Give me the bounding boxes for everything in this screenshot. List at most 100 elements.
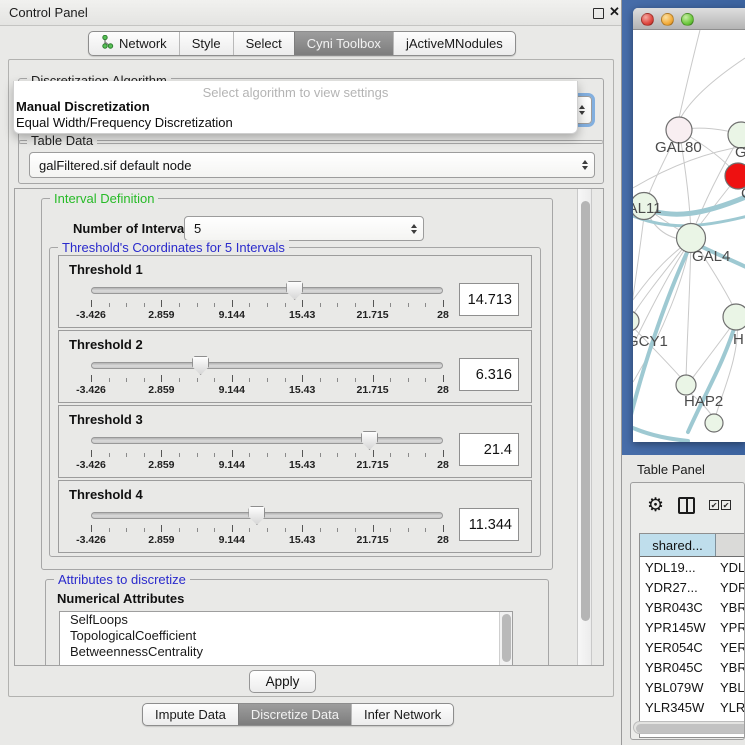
table-horizontal-scrollbar[interactable]	[633, 721, 745, 734]
numerical-attributes-list[interactable]: SelfLoopsTopologicalCoefficientBetweenne…	[59, 611, 513, 666]
close-icon[interactable]: ✕	[609, 4, 620, 20]
tick-mark	[320, 453, 321, 457]
algorithm-option-manual-discretization[interactable]: Manual Discretization	[14, 98, 577, 114]
tick-mark	[373, 450, 374, 457]
tick-label: -3.426	[76, 459, 106, 471]
threshold-label: Threshold 3	[59, 406, 531, 427]
tick-mark	[408, 528, 409, 532]
node-attribute-table[interactable]: shared...na YDL19...YDL1YDR27...YDR2YBR0…	[639, 533, 745, 738]
checkbox-icons[interactable]: ✔ ✔	[709, 500, 731, 510]
tab-select[interactable]: Select	[233, 32, 294, 55]
tab-label: Network	[119, 36, 167, 51]
table-row[interactable]: YDL19...YDL1	[640, 557, 745, 577]
tick-mark	[320, 528, 321, 532]
tab-style[interactable]: Style	[179, 32, 233, 55]
scrollbar-thumb[interactable]	[636, 724, 745, 733]
scrollbar-thumb[interactable]	[581, 201, 590, 621]
attribute-item-selfloops[interactable]: SelfLoops	[60, 612, 512, 628]
tick-mark	[249, 453, 250, 457]
attributes-scrollbar[interactable]	[499, 612, 512, 666]
tick-label: 9.144	[219, 534, 245, 546]
slider-track[interactable]	[91, 512, 443, 519]
network-nodes[interactable]	[633, 117, 745, 432]
threshold-slider[interactable]: -3.4262.8599.14415.4321.71528	[91, 431, 443, 475]
threshold-slider[interactable]: -3.4262.8599.14415.4321.71528	[91, 281, 443, 325]
slider-thumb[interactable]	[361, 431, 378, 450]
threshold-value-input[interactable]: 14.713	[459, 283, 519, 316]
tick-label: 15.43	[289, 459, 315, 471]
threshold-value-input[interactable]: 21.4	[459, 433, 519, 466]
slider-thumb[interactable]	[248, 506, 265, 525]
tick-mark	[285, 378, 286, 382]
table-row[interactable]: YBR043CYBR0	[640, 597, 745, 617]
column-header-shared-[interactable]: shared...	[640, 534, 716, 556]
slider-track[interactable]	[91, 287, 443, 294]
column-header-na[interactable]: na	[716, 534, 745, 556]
tab-impute-data[interactable]: Impute Data	[143, 704, 238, 725]
combo-stepper-icon	[411, 224, 417, 234]
tick-mark	[302, 375, 303, 382]
slider-track[interactable]	[91, 437, 443, 444]
tick-mark	[373, 300, 374, 307]
number-of-intervals-select[interactable]: 5	[184, 216, 424, 241]
settings-vertical-scrollbar[interactable]	[577, 189, 592, 666]
tick-mark	[161, 375, 162, 382]
algorithm-placeholder-option: Select algorithm to view settings	[14, 81, 577, 98]
table-row[interactable]: YBR045CYBR0	[640, 657, 745, 677]
threshold-panels: Threshold 1-3.4262.8599.14415.4321.71528…	[50, 255, 540, 553]
apply-button[interactable]: Apply	[249, 670, 316, 693]
thresholds-group: Threshold's Coordinates for 5 Intervals …	[49, 247, 541, 557]
tick-mark	[390, 453, 391, 457]
tick-mark	[197, 528, 198, 532]
node-gcy1[interactable]	[633, 311, 639, 331]
slider-ticks	[91, 525, 443, 533]
attribute-item-betweennesscentrality[interactable]: BetweennessCentrality	[60, 644, 512, 660]
minimize-traffic-light-icon[interactable]	[661, 13, 674, 26]
tab-network[interactable]: Network	[89, 32, 179, 55]
algorithm-dropdown-popup: Select algorithm to view settings Manual…	[13, 81, 578, 134]
float-window-icon[interactable]	[593, 8, 604, 19]
slider-track[interactable]	[91, 362, 443, 369]
tab-jactivemnodules[interactable]: jActiveMNodules	[393, 32, 515, 55]
table-row[interactable]: YPR145WYPR1	[640, 617, 745, 637]
threshold-value-input[interactable]: 11.344	[459, 508, 519, 541]
node-partial-bottom[interactable]	[705, 414, 723, 432]
tick-mark	[109, 453, 110, 457]
attribute-item-topologicalcoefficient[interactable]: TopologicalCoefficient	[60, 628, 512, 644]
tick-mark	[126, 378, 127, 382]
tab-cyni-toolbox[interactable]: Cyni Toolbox	[294, 32, 393, 55]
network-canvas[interactable]: GAL80 GA C GAL11 GAL4 GCY1 H HAP2	[633, 30, 745, 442]
algorithm-option-equal-width-frequency-discretization[interactable]: Equal Width/Frequency Discretization	[14, 114, 577, 130]
tick-label: 9.144	[219, 459, 245, 471]
table-row[interactable]: YLR345WYLR3	[640, 697, 745, 717]
tick-label: 2.859	[148, 459, 174, 471]
columns-icon[interactable]	[678, 497, 695, 514]
threshold-value-input[interactable]: 6.316	[459, 358, 519, 391]
checkbox-checked-icon[interactable]: ✔	[709, 500, 719, 510]
tick-mark	[285, 453, 286, 457]
tick-label: 9.144	[219, 309, 245, 321]
threshold-slider[interactable]: -3.4262.8599.14415.4321.71528	[91, 356, 443, 400]
threshold-slider[interactable]: -3.4262.8599.14415.4321.71528	[91, 506, 443, 550]
tick-mark	[91, 525, 92, 532]
zoom-traffic-light-icon[interactable]	[681, 13, 694, 26]
threshold-panel: Threshold 3-3.4262.8599.14415.4321.71528…	[58, 405, 532, 478]
tick-label: 28	[437, 459, 449, 471]
slider-thumb[interactable]	[286, 281, 303, 300]
checkbox-checked-icon[interactable]: ✔	[721, 500, 731, 510]
table-row[interactable]: YBL079WYBL0	[640, 677, 745, 697]
tab-discretize-data[interactable]: Discretize Data	[238, 704, 351, 725]
tick-mark	[91, 450, 92, 457]
tick-mark	[109, 303, 110, 307]
node-h[interactable]	[723, 304, 745, 330]
gear-icon[interactable]: ⚙	[647, 496, 664, 515]
table-data-select[interactable]: galFiltered.sif default node	[29, 152, 595, 178]
table-row[interactable]: YER054CYER0	[640, 637, 745, 657]
slider-thumb[interactable]	[192, 356, 209, 375]
node-hap2[interactable]	[676, 375, 696, 395]
tick-label: 15.43	[289, 534, 315, 546]
cell-name: YBR0	[716, 600, 745, 615]
tab-infer-network[interactable]: Infer Network	[351, 704, 453, 725]
close-traffic-light-icon[interactable]	[641, 13, 654, 26]
table-row[interactable]: YDR27...YDR2	[640, 577, 745, 597]
